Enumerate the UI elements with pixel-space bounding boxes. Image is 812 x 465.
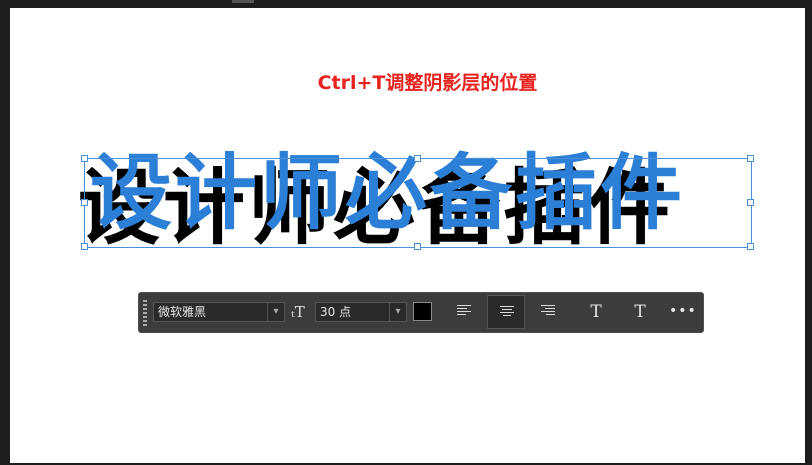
caption-text: Ctrl+T调整阴影层的位置 — [317, 72, 538, 94]
text-properties-icon: T — [634, 302, 646, 322]
drag-grip-icon[interactable] — [143, 300, 147, 326]
transform-handle-bottom-right[interactable] — [747, 243, 754, 250]
font-size-select[interactable]: 30 点 ▾ — [315, 302, 407, 322]
transform-handle-middle-left[interactable] — [81, 199, 88, 206]
align-right-button[interactable] — [529, 295, 567, 329]
contextual-task-bar: 微软雅黑 ▾ ₜT 30 点 ▾ T T ••• — [138, 292, 704, 333]
document-canvas: Ctrl+T调整阴影层的位置 设计师必备插件 设计师必备插件 微软雅黑 ▾ ₜT… — [10, 8, 805, 463]
font-family-select[interactable]: 微软雅黑 ▾ — [153, 302, 285, 322]
font-size-icon: ₜT — [291, 303, 305, 321]
font-size-value: 30 点 — [320, 305, 352, 319]
align-left-button[interactable] — [445, 295, 483, 329]
more-options-icon[interactable]: ••• — [669, 301, 696, 323]
text-properties-button[interactable]: T — [621, 295, 659, 329]
chevron-down-icon: ▾ — [389, 303, 406, 321]
window-top-nub — [232, 0, 254, 3]
align-right-icon — [541, 305, 555, 318]
transform-handle-middle-right[interactable] — [747, 199, 754, 206]
warp-text-icon: T — [590, 302, 602, 322]
transform-handle-top-left[interactable] — [81, 155, 88, 162]
transform-handle-top-right[interactable] — [747, 155, 754, 162]
transform-handle-bottom-left[interactable] — [81, 243, 88, 250]
font-family-value: 微软雅黑 — [158, 305, 207, 319]
warp-text-button[interactable]: T — [577, 295, 615, 329]
text-color-swatch[interactable] — [413, 302, 432, 321]
transform-handle-top-center[interactable] — [414, 155, 421, 162]
chevron-down-icon: ▾ — [267, 303, 284, 321]
align-center-icon — [500, 306, 514, 319]
transform-handle-bottom-center[interactable] — [414, 243, 421, 250]
transform-bounding-box[interactable] — [84, 158, 752, 248]
align-left-icon — [457, 305, 471, 318]
align-center-button[interactable] — [487, 295, 525, 329]
